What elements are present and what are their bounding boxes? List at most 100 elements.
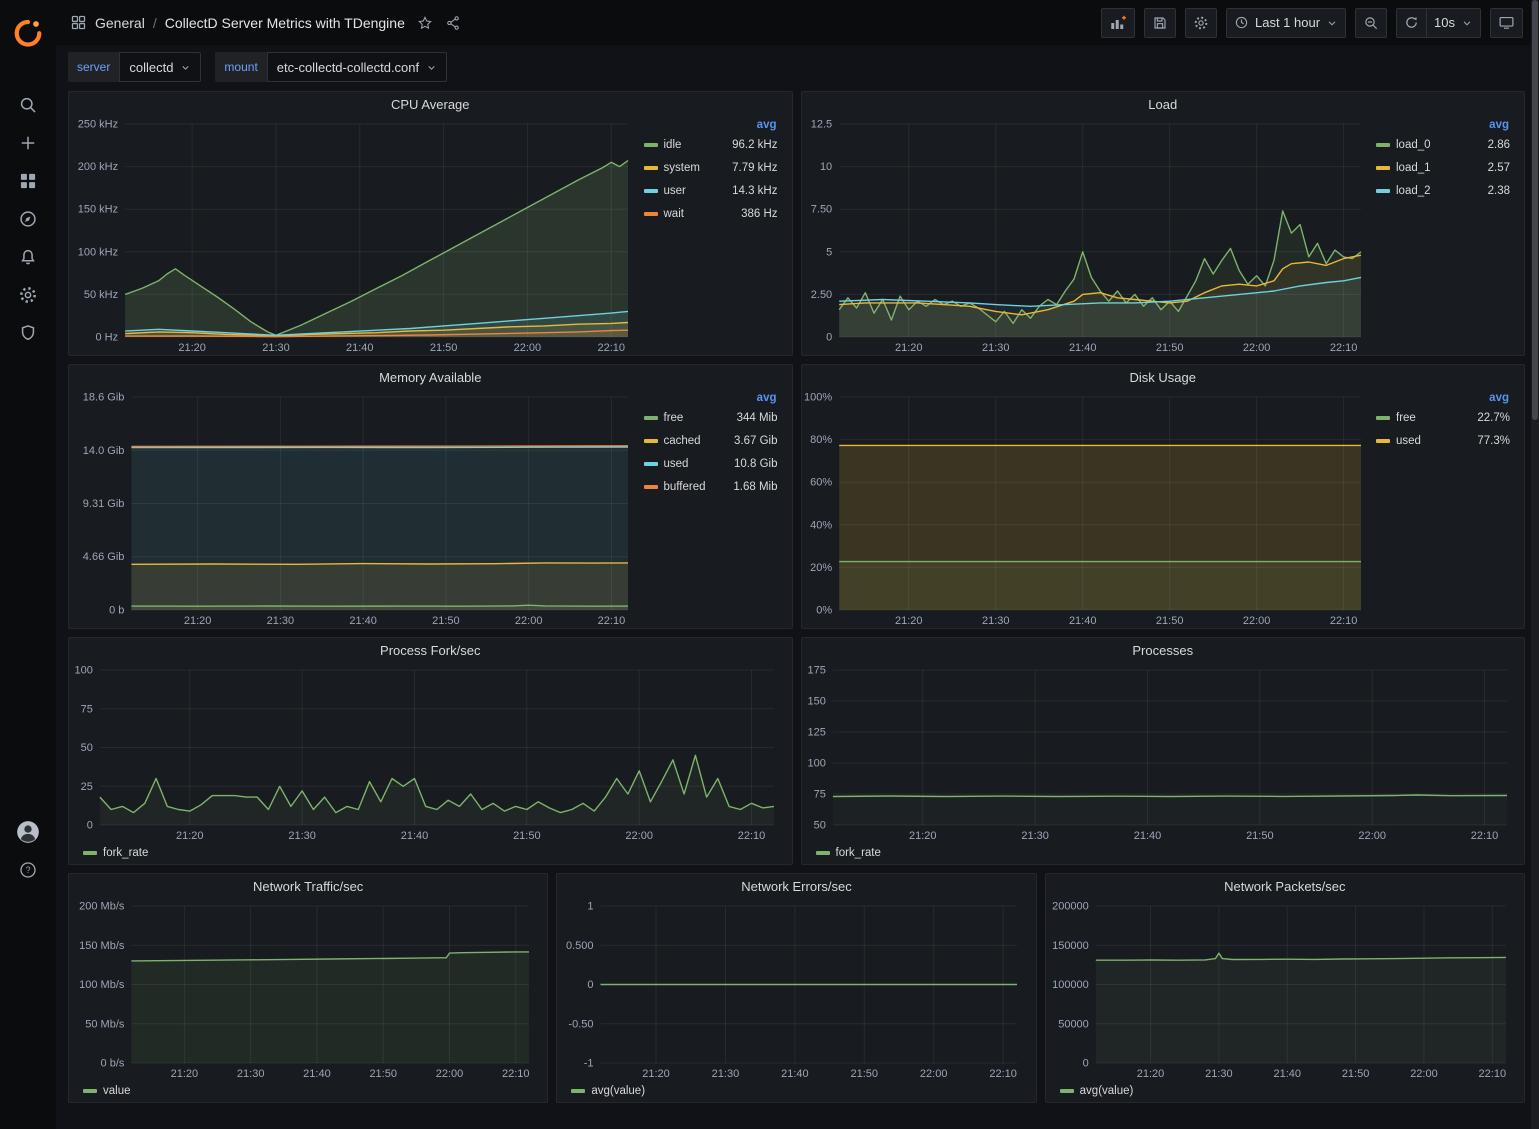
svg-text:1: 1: [588, 901, 594, 913]
create-plus-icon[interactable]: [7, 124, 49, 162]
legend-item[interactable]: free22.7%: [1376, 406, 1510, 429]
main-area: General / CollectD Server Metrics with T…: [56, 0, 1539, 1129]
refresh-button[interactable]: [1396, 8, 1427, 38]
search-icon[interactable]: [7, 86, 49, 124]
panel-header[interactable]: Network Traffic/sec: [69, 874, 547, 898]
chart-area[interactable]: 0 b/s50 Mb/s100 Mb/s150 Mb/s200 Mb/s21:2…: [71, 898, 543, 1081]
svg-text:40%: 40%: [810, 519, 832, 531]
legend-item[interactable]: wait386 Hz: [644, 202, 778, 225]
chart-area[interactable]: 02.5057.501012.521:2021:3021:4021:5022:0…: [804, 116, 1375, 355]
panel-header[interactable]: Network Errors/sec: [557, 874, 1035, 898]
legend-item[interactable]: value: [83, 1085, 131, 1097]
save-button[interactable]: [1144, 8, 1176, 38]
svg-text:21:30: 21:30: [981, 342, 1009, 354]
svg-text:22:10: 22:10: [598, 615, 626, 627]
chart-area[interactable]: 025507510021:2021:3021:4021:5022:0022:10: [71, 662, 788, 843]
refresh-interval-picker[interactable]: 10s: [1427, 8, 1481, 38]
svg-text:0: 0: [1082, 1058, 1088, 1070]
legend-item[interactable]: fork_rate: [83, 847, 148, 859]
svg-text:150: 150: [807, 696, 825, 708]
series-name: value: [103, 1085, 131, 1097]
legend-item[interactable]: load_02.86: [1376, 133, 1510, 156]
legend-item[interactable]: avg(value): [571, 1085, 645, 1097]
add-panel-button[interactable]: [1101, 8, 1135, 38]
series-color-icon: [571, 1089, 585, 1093]
chart-canvas[interactable]: 02.5057.501012.521:2021:3021:4021:5022:0…: [804, 116, 1375, 355]
dashboard-settings-button[interactable]: [1185, 8, 1217, 38]
chart-canvas[interactable]: 025507510021:2021:3021:4021:5022:0022:10: [71, 662, 788, 843]
legend-item[interactable]: used77.3%: [1376, 429, 1510, 452]
panel-header[interactable]: Process Fork/sec: [69, 638, 792, 662]
user-avatar[interactable]: [7, 813, 49, 851]
panel-header[interactable]: CPU Average: [69, 92, 792, 116]
configuration-gear-icon[interactable]: [7, 276, 49, 314]
legend-item[interactable]: buffered1.68 Mib: [644, 475, 778, 498]
panel-body: 0 b/s50 Mb/s100 Mb/s150 Mb/s200 Mb/s21:2…: [69, 898, 547, 1081]
chart-canvas[interactable]: 507510012515017521:2021:3021:4021:5022:0…: [804, 662, 1521, 843]
grafana-logo-icon[interactable]: [7, 6, 49, 58]
chart-canvas[interactable]: 05000010000015000020000021:2021:3021:402…: [1048, 898, 1520, 1081]
panel-header[interactable]: Network Packets/sec: [1046, 874, 1524, 898]
breadcrumb-folder[interactable]: General: [95, 15, 145, 31]
panel-header[interactable]: Processes: [802, 638, 1525, 662]
svg-text:100: 100: [75, 665, 93, 677]
toolbar: Last 1 hour 10s: [1101, 8, 1523, 38]
series-color-icon: [1376, 416, 1390, 420]
series-name: used: [664, 458, 689, 470]
svg-text:0: 0: [826, 332, 832, 344]
legend-item[interactable]: cached3.67 Gib: [644, 429, 778, 452]
legend-item[interactable]: avg(value): [1060, 1085, 1134, 1097]
chart-area[interactable]: 0 b4.66 Gib9.31 Gib14.0 Gib18.6 Gib21:20…: [71, 389, 642, 628]
panel-header[interactable]: Load: [802, 92, 1525, 116]
legend-item[interactable]: fork_rate: [816, 847, 881, 859]
svg-text:21:40: 21:40: [1068, 342, 1096, 354]
chart-canvas[interactable]: 0 b4.66 Gib9.31 Gib14.0 Gib18.6 Gib21:20…: [71, 389, 642, 628]
scrollbar-thumb[interactable]: [1532, 0, 1538, 420]
panel-header[interactable]: Memory Available: [69, 365, 792, 389]
legend-item[interactable]: used10.8 Gib: [644, 452, 778, 475]
legend-item[interactable]: system7.79 kHz: [644, 156, 778, 179]
alerting-bell-icon[interactable]: [7, 238, 49, 276]
svg-text:21:20: 21:20: [176, 830, 204, 842]
series-color-icon: [644, 485, 658, 489]
legend-item[interactable]: user14.3 kHz: [644, 179, 778, 202]
panel-header[interactable]: Disk Usage: [802, 365, 1525, 389]
legend-item[interactable]: free344 Mib: [644, 406, 778, 429]
svg-text:9.31 Gib: 9.31 Gib: [83, 498, 125, 510]
cycle-view-button[interactable]: [1490, 8, 1523, 38]
zoom-out-button[interactable]: [1355, 8, 1387, 38]
chart-area[interactable]: 0 Hz50 kHz100 kHz150 kHz200 kHz250 kHz21…: [71, 116, 642, 355]
variable-value-dropdown[interactable]: collectd: [119, 52, 201, 82]
chart-canvas[interactable]: 0 Hz50 kHz100 kHz150 kHz200 kHz250 kHz21…: [71, 116, 642, 355]
star-icon[interactable]: [417, 15, 433, 31]
variable-value-dropdown[interactable]: etc-collectd-collectd.conf: [267, 52, 447, 82]
help-question-icon[interactable]: ?: [7, 851, 49, 889]
chart-area[interactable]: -1-0.5000.500121:2021:3021:4021:5022:002…: [559, 898, 1031, 1081]
scrollbar-track[interactable]: [1531, 0, 1539, 1129]
server-admin-shield-icon[interactable]: [7, 314, 49, 352]
legend-item[interactable]: load_12.57: [1376, 156, 1510, 179]
chart-canvas[interactable]: 0 b/s50 Mb/s100 Mb/s150 Mb/s200 Mb/s21:2…: [71, 898, 543, 1081]
svg-text:22:10: 22:10: [502, 1068, 530, 1080]
series-name: load_1: [1396, 162, 1431, 174]
legend-item[interactable]: idle96.2 kHz: [644, 133, 778, 156]
series-color-icon: [1376, 439, 1390, 443]
legend-item[interactable]: load_22.38: [1376, 179, 1510, 202]
chart-canvas[interactable]: 0%20%40%60%80%100%21:2021:3021:4021:5022…: [804, 389, 1375, 628]
chart-area[interactable]: 05000010000015000020000021:2021:3021:402…: [1048, 898, 1520, 1081]
svg-text:21:50: 21:50: [513, 830, 541, 842]
panel-body: -1-0.5000.500121:2021:3021:4021:5022:002…: [557, 898, 1035, 1081]
chart-area[interactable]: 0%20%40%60%80%100%21:2021:3021:4021:5022…: [804, 389, 1375, 628]
svg-text:21:40: 21:40: [349, 615, 377, 627]
explore-compass-icon[interactable]: [7, 200, 49, 238]
chart-canvas[interactable]: -1-0.5000.500121:2021:3021:4021:5022:002…: [559, 898, 1031, 1081]
svg-text:21:50: 21:50: [1155, 342, 1183, 354]
dashboards-grid-icon[interactable]: [7, 162, 49, 200]
share-icon[interactable]: [445, 15, 461, 31]
panel-title: Memory Available: [379, 370, 481, 385]
svg-text:0.500: 0.500: [566, 940, 594, 952]
time-range-picker[interactable]: Last 1 hour: [1226, 8, 1346, 38]
svg-text:21:50: 21:50: [851, 1068, 879, 1080]
svg-text:50 Mb/s: 50 Mb/s: [85, 1018, 125, 1030]
chart-area[interactable]: 507510012515017521:2021:3021:4021:5022:0…: [804, 662, 1521, 843]
